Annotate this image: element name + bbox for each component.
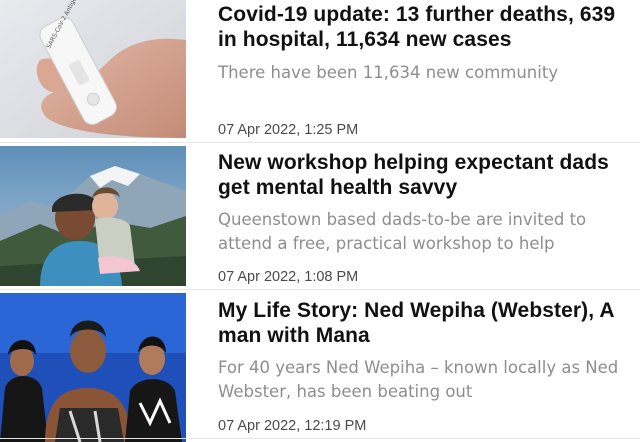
article-headline[interactable]: My Life Story: Ned Wepiha (Webster), A m…	[218, 298, 632, 348]
article-timestamp: 07 Apr 2022, 12:19 PM	[218, 418, 367, 434]
article-card[interactable]: My Life Story: Ned Wepiha (Webster), A m…	[0, 293, 640, 442]
kapa-haka-group-image	[0, 293, 186, 442]
rapid-antigen-test-image: SARS-CoV-2 Antigen	[0, 0, 186, 138]
article-text: My Life Story: Ned Wepiha (Webster), A m…	[218, 298, 632, 434]
article-summary: For 40 years Ned Wepiha – known locally …	[218, 358, 619, 401]
article-thumbnail[interactable]: SARS-CoV-2 Antigen	[0, 0, 186, 138]
article-headline[interactable]: New workshop helping expectant dads get …	[218, 150, 632, 200]
article-card[interactable]: New workshop helping expectant dads get …	[0, 146, 640, 286]
divider	[0, 438, 640, 439]
article-summary: There have been 11,634 new community	[218, 63, 559, 82]
article-card[interactable]: SARS-CoV-2 Antigen Covid-19 update: 13 f…	[0, 0, 640, 138]
article-thumbnail[interactable]	[0, 146, 186, 286]
father-and-child-mountains-image	[0, 146, 186, 286]
divider	[0, 142, 640, 143]
article-text: New workshop helping expectant dads get …	[218, 150, 632, 285]
article-text: Covid-19 update: 13 further deaths, 639 …	[218, 2, 632, 138]
divider	[0, 289, 640, 290]
article-thumbnail[interactable]	[0, 293, 186, 442]
news-feed: SARS-CoV-2 Antigen Covid-19 update: 13 f…	[0, 0, 640, 442]
article-headline[interactable]: Covid-19 update: 13 further deaths, 639 …	[218, 2, 632, 52]
article-summary: Queenstown based dads-to-be are invited …	[218, 210, 587, 253]
article-timestamp: 07 Apr 2022, 1:25 PM	[218, 122, 359, 138]
article-timestamp: 07 Apr 2022, 1:08 PM	[218, 269, 359, 285]
